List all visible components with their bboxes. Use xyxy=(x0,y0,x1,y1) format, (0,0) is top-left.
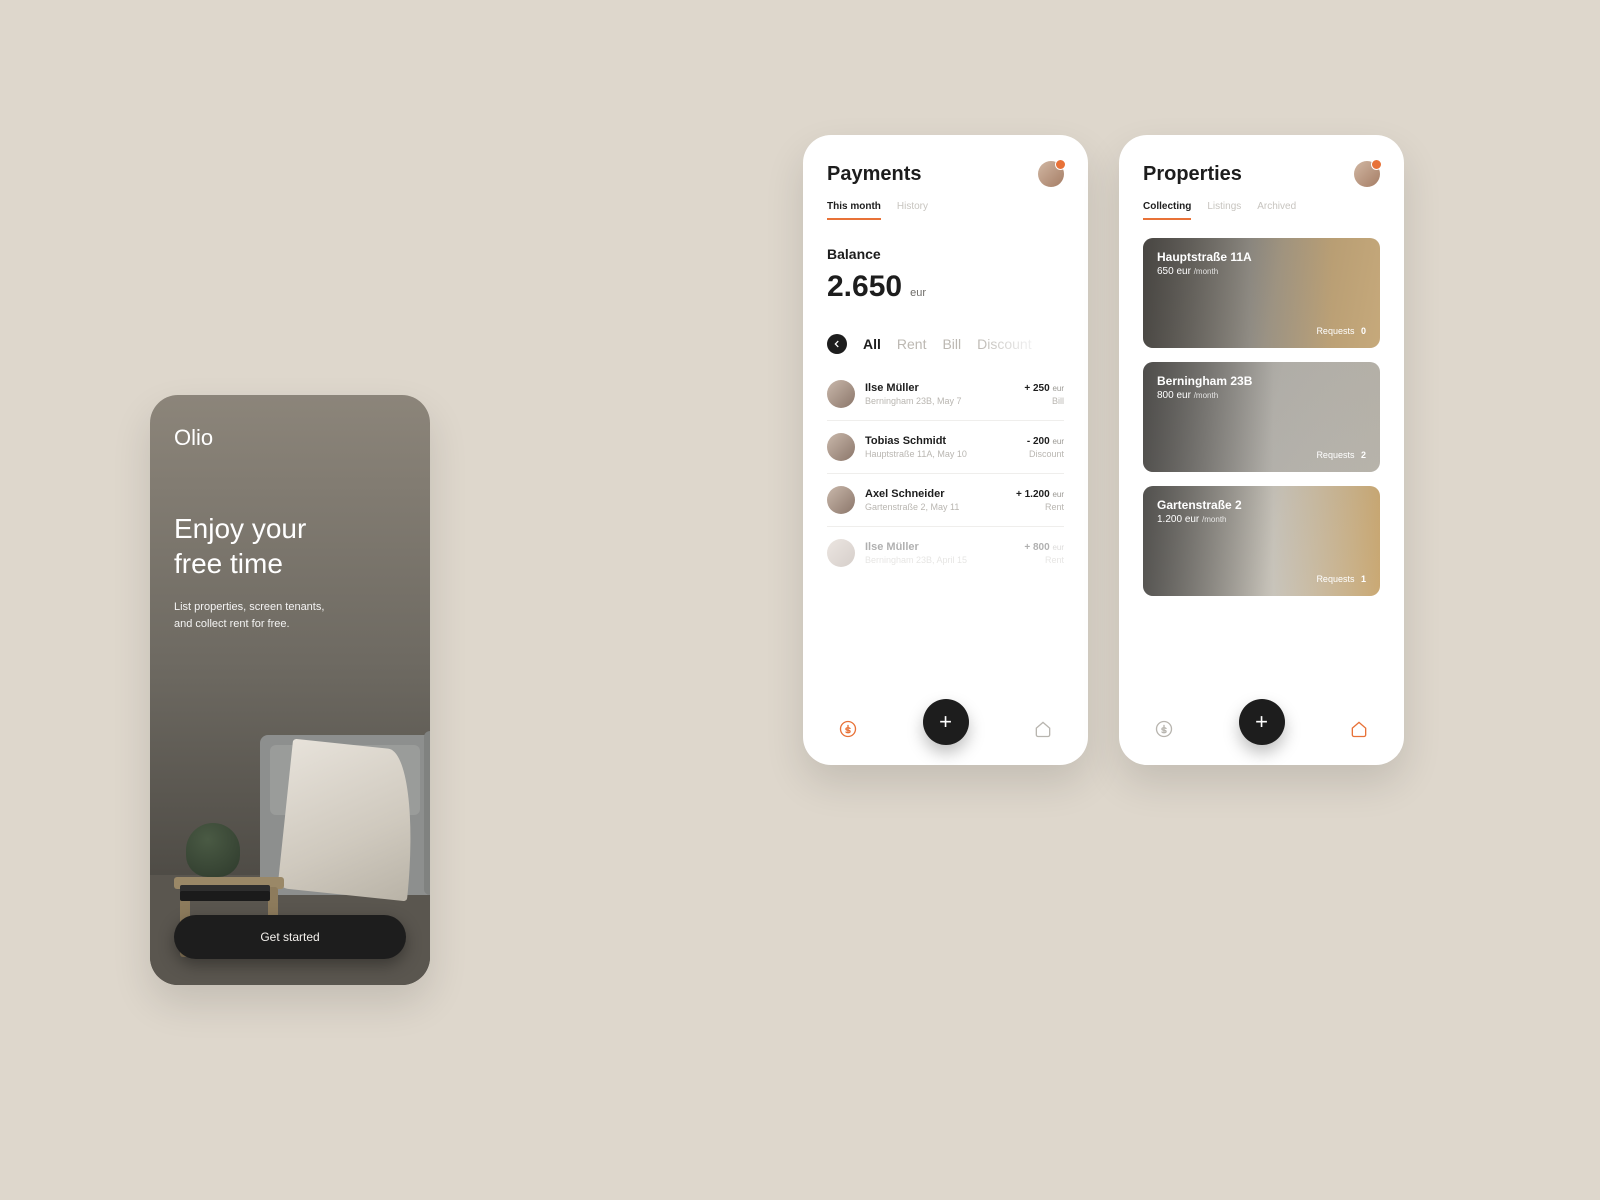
avatar xyxy=(827,380,855,408)
add-button[interactable]: + xyxy=(923,699,969,745)
tx-amount: + 800 xyxy=(1024,542,1049,553)
tx-kind: Discount xyxy=(1027,449,1064,459)
tx-meta: Hauptstraße 11A, May 10 xyxy=(865,449,1017,459)
brand-logo: Olio xyxy=(150,395,430,451)
home-icon xyxy=(1349,719,1369,739)
tx-meta: Berningham 23B, May 7 xyxy=(865,396,1014,406)
property-price: 650 eur /month xyxy=(1157,266,1366,277)
avatar[interactable] xyxy=(1038,161,1064,187)
plus-icon: + xyxy=(939,709,952,735)
tab-this-month[interactable]: This month xyxy=(827,201,881,220)
nav-properties-button[interactable] xyxy=(1032,718,1054,740)
bottom-nav: + xyxy=(1119,693,1404,765)
tx-kind: Rent xyxy=(1016,502,1064,512)
nav-properties-button[interactable] xyxy=(1348,718,1370,740)
requests-badge: Requests 0 xyxy=(1316,326,1366,336)
filter-discount[interactable]: Discount xyxy=(977,336,1031,352)
tx-unit: eur xyxy=(1052,490,1064,499)
tx-kind: Bill xyxy=(1024,396,1064,406)
property-address: Berningham 23B xyxy=(1157,374,1366,388)
chevron-left-icon[interactable] xyxy=(827,334,847,354)
tab-listings[interactable]: Listings xyxy=(1207,201,1241,220)
tx-meta: Gartenstraße 2, May 11 xyxy=(865,502,1006,512)
property-price: 800 eur /month xyxy=(1157,390,1366,401)
hero-subtext: List properties, screen tenants, and col… xyxy=(174,599,406,632)
tx-kind: Rent xyxy=(1024,555,1064,565)
tx-meta: Berningham 23B, April 15 xyxy=(865,555,1014,565)
payments-subtabs: This month History xyxy=(803,187,1088,220)
tx-unit: eur xyxy=(1052,384,1064,393)
filter-bill[interactable]: Bill xyxy=(942,336,961,352)
dollar-icon xyxy=(838,719,858,739)
tx-amount: + 1.200 xyxy=(1016,489,1050,500)
hero: Enjoy your free time List properties, sc… xyxy=(150,451,430,632)
tab-history[interactable]: History xyxy=(897,201,928,220)
tab-collecting[interactable]: Collecting xyxy=(1143,201,1191,220)
hero-headline: Enjoy your free time xyxy=(174,511,406,581)
tx-unit: eur xyxy=(1052,543,1064,552)
properties-subtabs: Collecting Listings Archived xyxy=(1119,187,1404,220)
home-icon xyxy=(1033,719,1053,739)
transaction-row[interactable]: Tobias Schmidt Hauptstraße 11A, May 10 -… xyxy=(827,421,1064,474)
property-address: Gartenstraße 2 xyxy=(1157,498,1366,512)
avatar[interactable] xyxy=(1354,161,1380,187)
nav-payments-button[interactable] xyxy=(837,718,859,740)
transaction-row[interactable]: Ilse Müller Berningham 23B, May 7 + 250 … xyxy=(827,368,1064,421)
filter-rent[interactable]: Rent xyxy=(897,336,927,352)
tx-name: Ilse Müller xyxy=(865,382,1014,394)
property-list: Hauptstraße 11A 650 eur /month Requests … xyxy=(1119,220,1404,765)
requests-badge: Requests 2 xyxy=(1316,450,1366,460)
avatar xyxy=(827,433,855,461)
tab-archived[interactable]: Archived xyxy=(1257,201,1296,220)
get-started-button[interactable]: Get started xyxy=(174,915,406,959)
get-started-label: Get started xyxy=(260,930,319,944)
tx-unit: eur xyxy=(1052,437,1064,446)
balance-currency: eur xyxy=(910,287,926,299)
property-address: Hauptstraße 11A xyxy=(1157,250,1366,264)
property-price: 1.200 eur /month xyxy=(1157,514,1366,525)
tx-amount: + 250 xyxy=(1024,383,1049,394)
hero-headline-line2: free time xyxy=(174,548,283,579)
property-card[interactable]: Berningham 23B 800 eur /month Requests 2 xyxy=(1143,362,1380,472)
tx-amount: - 200 xyxy=(1027,436,1050,447)
add-button[interactable]: + xyxy=(1239,699,1285,745)
filter-all[interactable]: All xyxy=(863,336,881,352)
property-card[interactable]: Hauptstraße 11A 650 eur /month Requests … xyxy=(1143,238,1380,348)
plus-icon: + xyxy=(1255,709,1268,735)
requests-badge: Requests 1 xyxy=(1316,574,1366,584)
hero-sub-line2: and collect rent for free. xyxy=(174,618,290,630)
properties-screen: Properties Collecting Listings Archived … xyxy=(1119,135,1404,765)
balance-value: 2.650 eur xyxy=(803,262,1088,304)
nav-payments-button[interactable] xyxy=(1153,718,1175,740)
hero-headline-line1: Enjoy your xyxy=(174,513,306,544)
tx-name: Axel Schneider xyxy=(865,488,1006,500)
payments-screen: Payments This month History Balance 2.65… xyxy=(803,135,1088,765)
tx-name: Ilse Müller xyxy=(865,541,1014,553)
hero-sub-line1: List properties, screen tenants, xyxy=(174,601,324,613)
transaction-row[interactable]: Ilse Müller Berningham 23B, April 15 + 8… xyxy=(827,527,1064,579)
tx-filters: All Rent Bill Discount xyxy=(803,304,1088,364)
onboarding-screen: Olio Enjoy your free time List propertie… xyxy=(150,395,430,985)
dollar-icon xyxy=(1154,719,1174,739)
avatar xyxy=(827,486,855,514)
transaction-row[interactable]: Axel Schneider Gartenstraße 2, May 11 + … xyxy=(827,474,1064,527)
page-title: Payments xyxy=(827,163,922,186)
tx-name: Tobias Schmidt xyxy=(865,435,1017,447)
property-card[interactable]: Gartenstraße 2 1.200 eur /month Requests… xyxy=(1143,486,1380,596)
avatar xyxy=(827,539,855,567)
balance-amount: 2.650 xyxy=(827,270,902,304)
balance-label: Balance xyxy=(803,220,1088,262)
page-title: Properties xyxy=(1143,163,1242,186)
bottom-nav: + xyxy=(803,693,1088,765)
